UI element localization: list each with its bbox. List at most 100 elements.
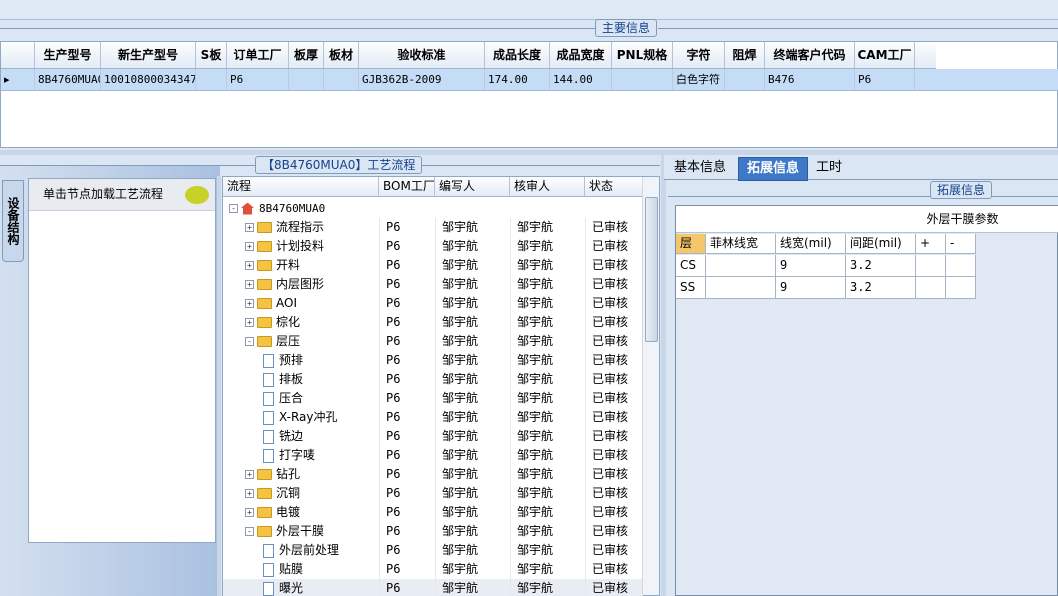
main-col-header[interactable]: 成品宽度 [550,42,612,68]
ext-cell[interactable] [946,277,976,299]
process-tree[interactable]: 流程 BOM工厂 编写人 核审人 状态 -8B4760MUA0 + 流程指示 P6 邹… [222,176,660,596]
tree-row[interactable]: X-Ray冲孔 P6 邹宇航 邹宇航 已审核 [223,408,643,427]
tree-row[interactable]: 外层前处理 P6 邹宇航 邹宇航 已审核 [223,541,643,560]
tree-row[interactable]: + 棕化 P6 邹宇航 邹宇航 已审核 [223,313,643,332]
main-col-header[interactable]: 验收标准 [359,42,485,68]
reviewer-cell: 邹宇航 [510,541,585,560]
ext-col-header[interactable]: 层 [676,234,706,254]
ext-col-header[interactable]: 菲林线宽 [706,234,776,254]
expand-icon[interactable]: + [245,470,254,479]
tree-row[interactable]: + 流程指示 P6 邹宇航 邹宇航 已审核 [223,218,643,237]
extended-info-caption: 拓展信息 [930,181,993,199]
expand-icon[interactable]: + [245,280,254,289]
main-col-header[interactable]: 阻焊 [725,42,765,68]
tree-row[interactable]: 贴膜 P6 邹宇航 邹宇航 已审核 [223,560,643,579]
ext-cell[interactable] [916,277,946,299]
ext-cell[interactable] [706,277,776,299]
main-col-header[interactable]: 板材 [324,42,359,68]
right-splitter[interactable] [661,155,666,596]
tree-row[interactable]: - 外层干膜 P6 邹宇航 邹宇航 已审核 [223,522,643,541]
document-icon [263,448,274,463]
tree-row[interactable]: + 电镀 P6 邹宇航 邹宇航 已审核 [223,503,643,522]
tree-row[interactable]: - 层压 P6 邹宇航 邹宇航 已审核 [223,332,643,351]
tree-row[interactable]: 排板 P6 邹宇航 邹宇航 已审核 [223,370,643,389]
tree-row[interactable]: 铣边 P6 邹宇航 邹宇航 已审核 [223,427,643,446]
ext-cell[interactable]: SS [676,277,706,299]
ext-cell[interactable]: 9 [776,255,846,277]
ext-cell[interactable]: 3.2 [846,255,916,277]
main-col-header[interactable]: 订单工厂 [227,42,289,68]
col-bom-factory[interactable]: BOM工厂 [379,177,435,196]
expand-icon[interactable]: + [245,261,254,270]
status-cell: 已审核 [585,522,643,541]
bom-factory-cell: P6 [379,389,435,408]
expand-icon[interactable]: + [245,318,254,327]
collapse-icon[interactable]: - [229,204,238,213]
col-flow[interactable]: 流程 [223,177,379,196]
outer-dry-film-grid[interactable]: 外层干膜参数 层菲林线宽 线宽(mil) 间距(mil) + - CS 9 3.2 SS 9 3.… [675,205,1058,596]
tab-work-hours[interactable]: 工时 [808,157,850,181]
expand-icon[interactable]: + [245,223,254,232]
ext-col-header[interactable]: - [946,234,976,254]
ext-col-header[interactable]: 线宽(mil) [776,234,846,254]
tree-row[interactable]: 压合 P6 邹宇航 邹宇航 已审核 [223,389,643,408]
tree-row[interactable]: + 内层图形 P6 邹宇航 邹宇航 已审核 [223,275,643,294]
ext-cell[interactable]: CS [676,255,706,277]
left-splitter[interactable] [217,176,221,596]
expand-icon[interactable]: + [245,508,254,517]
ext-cell[interactable] [946,255,976,277]
tree-row[interactable]: + 沉铜 P6 邹宇航 邹宇航 已审核 [223,484,643,503]
tree-row[interactable]: 预排 P6 邹宇航 邹宇航 已审核 [223,351,643,370]
main-col-header[interactable]: 板厚 [289,42,324,68]
process-rule-right [405,165,660,166]
tree-root-row[interactable]: - 8B4760MUA0 [223,199,643,218]
expand-icon[interactable]: + [245,299,254,308]
main-col-header[interactable]: 字符 [673,42,725,68]
ext-row[interactable]: SS 9 3.2 [676,277,976,299]
tree-row[interactable]: 曝光 P6 邹宇航 邹宇航 已审核 [223,579,643,596]
tree-node-label: 电镀 [276,505,301,519]
ext-col-header[interactable]: 间距(mil) [846,234,916,254]
tree-row[interactable]: + 计划投料 P6 邹宇航 邹宇航 已审核 [223,237,643,256]
ext-col-header[interactable]: + [916,234,946,254]
tree-vertical-scrollbar[interactable] [642,177,659,595]
main-cell: P6 [855,69,915,90]
tab-extended-info[interactable]: 拓展信息 [738,157,809,181]
main-col-header[interactable]: 成品长度 [485,42,550,68]
tab-device-structure[interactable]: 设备结构 [2,180,24,262]
col-status[interactable]: 状态 [585,177,643,196]
main-info-selected-row[interactable]: ▸ 8B4760MUA0 10010800034347 P6 GJB362B-2009 1… [1,69,1058,91]
tree-row[interactable]: + AOI P6 邹宇航 邹宇航 已审核 [223,294,643,313]
tab-basic-info[interactable]: 基本信息 [666,157,734,181]
main-col-header[interactable]: CAM工厂 [855,42,915,68]
tree-row[interactable]: + 开料 P6 邹宇航 邹宇航 已审核 [223,256,643,275]
main-info-grid[interactable]: 生产型号 新生产型号 S板 订单工厂 板厚 板材 验收标准 成品长度 成品宽度 PNL规格 字符 阻焊… [0,41,1058,148]
ext-row[interactable]: CS 9 3.2 [676,255,976,277]
col-reviewer[interactable]: 核审人 [510,177,585,196]
expand-icon[interactable]: + [245,242,254,251]
process-rule-left [0,165,255,166]
main-col-header[interactable]: S板 [196,42,227,68]
folder-icon [257,488,272,499]
bom-factory-cell: P6 [379,522,435,541]
main-col-header[interactable]: 终端客户代码 [765,42,855,68]
tree-row[interactable]: 打字唛 P6 邹宇航 邹宇航 已审核 [223,446,643,465]
expand-icon[interactable]: + [245,489,254,498]
collapse-icon[interactable]: - [245,527,254,536]
tree-scroll-thumb[interactable] [645,197,658,342]
ext-cell[interactable] [916,255,946,277]
document-icon [263,372,274,387]
main-col-header[interactable]: PNL规格 [612,42,673,68]
ext-cell[interactable]: 9 [776,277,846,299]
main-col-header[interactable]: 生产型号 [35,42,101,68]
tree-row[interactable]: + 钻孔 P6 邹宇航 邹宇航 已审核 [223,465,643,484]
main-info-rule-left [0,28,595,29]
collapse-icon[interactable]: - [245,337,254,346]
ext-cell[interactable] [706,255,776,277]
main-cell: 8B4760MUA0 [35,69,101,90]
status-cell: 已审核 [585,560,643,579]
main-col-header[interactable]: 新生产型号 [101,42,196,68]
col-writer[interactable]: 编写人 [435,177,510,196]
ext-cell[interactable]: 3.2 [846,277,916,299]
status-cell: 已审核 [585,351,643,370]
